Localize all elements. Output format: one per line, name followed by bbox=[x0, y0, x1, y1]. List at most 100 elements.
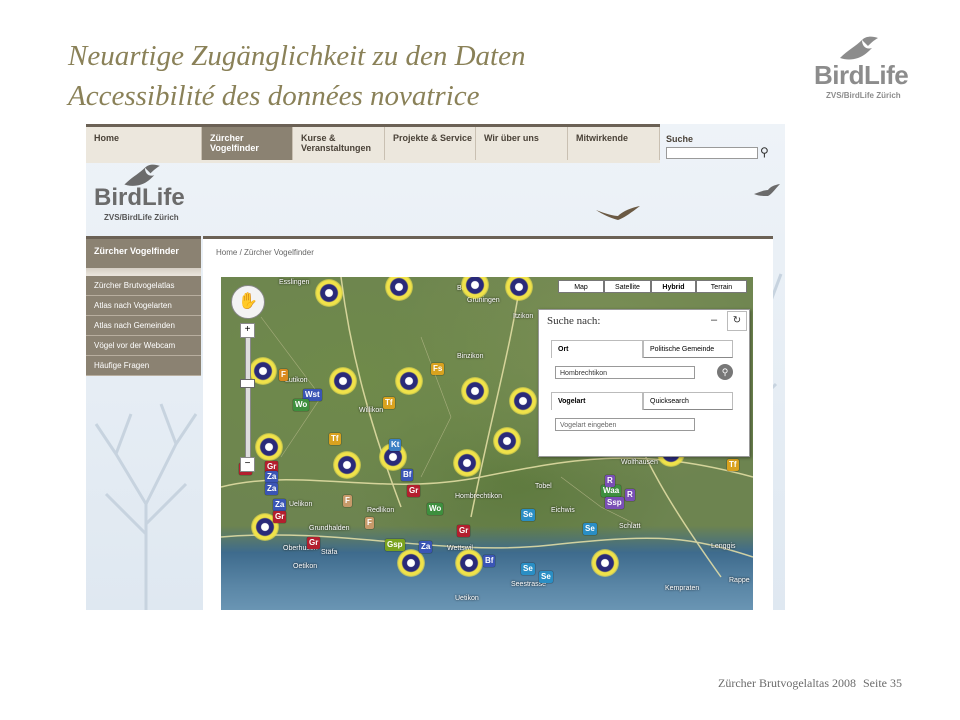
nav-zuercher-vogelfinder[interactable]: Zürcher Vogelfinder bbox=[202, 127, 293, 160]
species-tag[interactable]: Fs bbox=[431, 363, 445, 375]
title-french: Accessibilité des données novatrice bbox=[68, 80, 480, 112]
species-tag[interactable]: F bbox=[279, 369, 288, 381]
observation-marker[interactable] bbox=[315, 279, 343, 307]
logo-wordmark: BirdLife bbox=[814, 60, 909, 90]
observation-marker[interactable] bbox=[493, 427, 521, 455]
site-search-input[interactable] bbox=[666, 147, 758, 159]
site-logo-wordmark: BirdLife bbox=[94, 184, 185, 211]
tab-ort[interactable]: Ort bbox=[551, 340, 643, 358]
species-tag[interactable]: Kt bbox=[389, 439, 402, 451]
bird-map[interactable]: Esslingen Grüningen Binzikon Itzikon Wol… bbox=[221, 277, 753, 610]
observation-marker[interactable] bbox=[591, 549, 619, 577]
species-tag[interactable]: Se bbox=[539, 571, 553, 583]
observation-marker[interactable] bbox=[333, 451, 361, 479]
search-icon[interactable]: ⚲ bbox=[760, 145, 769, 159]
species-tag[interactable]: Tf bbox=[727, 459, 739, 471]
map-place-label: Binzikon bbox=[457, 353, 484, 360]
website-screenshot: Home Zürcher Vogelfinder Kurse & Veranst… bbox=[86, 124, 785, 610]
species-tag[interactable]: Tf bbox=[383, 397, 395, 409]
maptype-hybrid[interactable]: Hybrid bbox=[651, 280, 696, 293]
species-tag[interactable]: Za bbox=[265, 483, 279, 495]
species-tag[interactable]: R bbox=[625, 489, 635, 501]
tab-vogelart[interactable]: Vogelart bbox=[551, 392, 643, 410]
birdlife-logo: BirdLife ZVS/BirdLife Zürich bbox=[812, 36, 922, 106]
search-label: Suche bbox=[666, 134, 694, 144]
reset-button[interactable]: ↻ bbox=[727, 311, 747, 331]
zoom-out-button[interactable]: − bbox=[240, 457, 255, 472]
map-place-label: Rappe bbox=[729, 577, 750, 584]
pan-hand-icon[interactable]: ✋ bbox=[231, 285, 265, 319]
observation-marker[interactable] bbox=[455, 549, 483, 577]
species-tag[interactable]: Se bbox=[583, 523, 597, 535]
species-tag[interactable]: F bbox=[343, 495, 352, 507]
observation-marker[interactable] bbox=[329, 367, 357, 395]
maptype-terrain[interactable]: Terrain bbox=[696, 280, 747, 293]
species-tag[interactable]: Gr bbox=[457, 525, 471, 537]
species-tag[interactable]: F bbox=[365, 517, 374, 529]
species-tag[interactable]: Gsp bbox=[385, 539, 405, 551]
species-tag[interactable]: Wo bbox=[427, 503, 444, 515]
species-tag[interactable]: Ssp bbox=[605, 497, 624, 509]
map-place-label: Uelikon bbox=[289, 501, 313, 508]
site-birdlife-logo[interactable]: BirdLife ZVS/BirdLife Zürich bbox=[92, 164, 202, 234]
sidenav-item-atlas-vogelarten[interactable]: Atlas nach Vogelarten bbox=[86, 296, 201, 316]
zoom-in-button[interactable]: + bbox=[240, 323, 255, 338]
sidenav-title[interactable]: Zürcher Vogelfinder bbox=[86, 236, 201, 268]
nav-projekte-service[interactable]: Projekte & Service bbox=[385, 127, 476, 160]
nav-wir-ueber-uns[interactable]: Wir über uns bbox=[476, 127, 568, 160]
breadcrumb-current: Zürcher Vogelfinder bbox=[244, 248, 314, 257]
map-place-label: Redlikon bbox=[367, 507, 395, 514]
species-tag[interactable]: Za bbox=[273, 499, 287, 511]
observation-marker[interactable] bbox=[509, 387, 537, 415]
map-place-label: Uetikon bbox=[455, 595, 479, 602]
map-place-label: Itzikon bbox=[513, 313, 534, 320]
map-place-label: Willikon bbox=[359, 407, 384, 414]
slide-title: Neuartige Zugänglichkeit zu den Daten Ac… bbox=[68, 36, 526, 116]
logo-subtitle: ZVS/BirdLife Zürich bbox=[826, 91, 901, 100]
footer-title: Zürcher Brutvogelaltas 2008 bbox=[718, 676, 856, 690]
tab-quicksearch[interactable]: Quicksearch bbox=[643, 392, 733, 410]
vogelart-input[interactable]: Vogelart eingeben bbox=[555, 418, 695, 431]
search-go-icon[interactable]: ⚲ bbox=[717, 364, 733, 380]
map-place-label: Tobel bbox=[535, 483, 552, 490]
map-place-label: Eichwis bbox=[551, 507, 575, 514]
zoom-slider-handle[interactable] bbox=[240, 379, 255, 388]
species-tag[interactable]: Wo bbox=[293, 399, 310, 411]
tree-decoration-icon bbox=[94, 403, 198, 610]
content-area: Home / Zürcher Vogelfinder Esslingen Grü… bbox=[203, 236, 773, 610]
map-place-label: Hombrechtikon bbox=[455, 493, 503, 500]
species-tag[interactable]: Se bbox=[521, 563, 535, 575]
observation-marker[interactable] bbox=[453, 449, 481, 477]
nav-mitwirkende[interactable]: Mitwirkende bbox=[568, 127, 660, 160]
map-place-label: Esslingen bbox=[279, 279, 310, 286]
species-tag[interactable]: Tf bbox=[329, 433, 341, 445]
zoom-slider-track[interactable] bbox=[245, 329, 251, 465]
species-tag[interactable]: Za bbox=[265, 471, 279, 483]
nav-home[interactable]: Home bbox=[86, 127, 202, 160]
nav-kurse-veranstaltungen[interactable]: Kurse & Veranstaltungen bbox=[293, 127, 385, 160]
ort-input[interactable]: Hombrechtikon bbox=[555, 366, 695, 379]
species-tag[interactable]: Se bbox=[521, 509, 535, 521]
observation-marker[interactable] bbox=[395, 367, 423, 395]
breadcrumb-home[interactable]: Home bbox=[216, 248, 237, 257]
sidenav-item-atlas-gemeinden[interactable]: Atlas nach Gemeinden bbox=[86, 316, 201, 336]
sidenav-item-webcam[interactable]: Vögel vor der Webcam bbox=[86, 336, 201, 356]
maptype-map[interactable]: Map bbox=[558, 280, 604, 293]
species-tag[interactable]: Bf bbox=[401, 469, 414, 481]
species-tag[interactable]: Bf bbox=[483, 555, 496, 567]
maptype-satellite[interactable]: Satellite bbox=[604, 280, 651, 293]
species-tag[interactable]: Gr bbox=[307, 537, 321, 549]
sidenav-item-brutvogelatlas[interactable]: Zürcher Brutvogelatlas bbox=[86, 276, 201, 296]
breadcrumb-separator: / bbox=[239, 248, 242, 257]
species-tag[interactable]: Za bbox=[419, 541, 433, 553]
tab-politische-gemeinde[interactable]: Politische Gemeinde bbox=[643, 340, 733, 358]
species-tag[interactable]: R bbox=[605, 475, 615, 487]
species-tag[interactable]: Gr bbox=[407, 485, 421, 497]
sidenav-item-haeufige-fragen[interactable]: Häufige Fragen bbox=[86, 356, 201, 376]
observation-marker[interactable] bbox=[461, 377, 489, 405]
observation-marker[interactable] bbox=[397, 549, 425, 577]
search-panel-title: Suche nach: bbox=[547, 315, 601, 327]
species-tag[interactable]: Gr bbox=[273, 511, 287, 523]
minimize-button[interactable]: – bbox=[707, 313, 721, 327]
map-place-label: Stäfa bbox=[321, 549, 338, 556]
